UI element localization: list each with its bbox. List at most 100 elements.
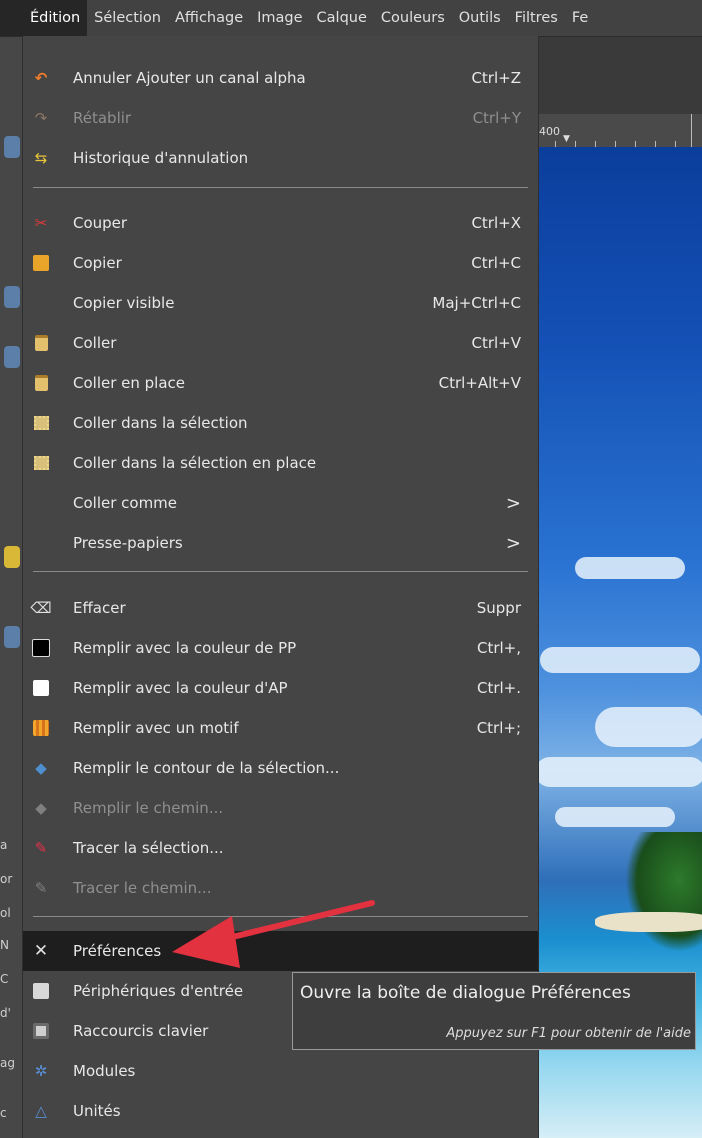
tool-icon[interactable] — [4, 546, 20, 568]
eraser-icon: ⌫ — [30, 599, 52, 617]
menu-item-copy-visible[interactable]: Copier visible Maj+Ctrl+C — [23, 283, 538, 323]
menu-item-label: Effacer — [73, 599, 126, 617]
menu-item-label: Coller — [73, 334, 117, 352]
menu-item-modules[interactable]: ✲ Modules — [23, 1051, 538, 1091]
ruler-label: 400 — [539, 125, 560, 138]
menu-item-shortcut: Ctrl+V — [471, 334, 521, 352]
preferences-tooltip: Ouvre la boîte de dialogue Préférences A… — [292, 972, 696, 1050]
menu-item-label: Copier visible — [73, 294, 175, 312]
menu-item-label: Coller dans la sélection — [73, 414, 248, 432]
chevron-right-icon: > — [505, 492, 521, 514]
menu-item-paste-in-place[interactable]: Coller en place Ctrl+Alt+V — [23, 363, 538, 403]
menu-item-stroke-selection[interactable]: ✎ Tracer la sélection... — [23, 828, 538, 868]
preferences-icon: ✕ — [33, 941, 49, 961]
menu-item-undo[interactable]: ↶ Annuler Ajouter un canal alpha Ctrl+Z — [23, 58, 538, 98]
menu-select[interactable]: Sélection — [87, 0, 168, 36]
menu-item-label: Remplir le chemin... — [73, 799, 224, 817]
menu-item-fill-pattern[interactable]: Remplir avec un motif Ctrl+; — [23, 708, 538, 748]
tooltip-title: Ouvre la boîte de dialogue Préférences — [300, 983, 631, 1003]
tool-icon[interactable] — [4, 286, 20, 308]
menu-item-label: Raccourcis clavier — [73, 1022, 209, 1040]
menu-item-label: Remplir avec un motif — [73, 719, 239, 737]
ruler-marker-icon: ▼ — [563, 134, 570, 144]
panel-label: ag — [0, 1056, 15, 1070]
menu-item-label: Remplir le contour de la sélection... — [73, 759, 340, 777]
menu-item-label: Périphériques d'entrée — [73, 982, 244, 1000]
menu-item-label: Annuler Ajouter un canal alpha — [73, 69, 306, 87]
menu-view[interactable]: Affichage — [168, 0, 250, 36]
menu-item-clipboard[interactable]: Presse-papiers > — [23, 523, 538, 563]
menu-item-copy[interactable]: Copier Ctrl+C — [23, 243, 538, 283]
panel-label: a — [0, 838, 8, 852]
panel-label: C — [0, 972, 9, 986]
menu-item-shortcut: Ctrl+Z — [471, 69, 521, 87]
tool-icon[interactable] — [4, 626, 20, 648]
menu-separator — [33, 187, 528, 188]
stroke-selection-icon: ✎ — [34, 839, 48, 857]
panel-label: c — [0, 1106, 7, 1120]
menu-item-fill-bg[interactable]: Remplir avec la couleur d'AP Ctrl+. — [23, 668, 538, 708]
menu-item-shortcut: Ctrl+C — [471, 254, 521, 272]
chevron-right-icon: > — [505, 532, 521, 554]
fill-selection-outline-icon: ◆ — [35, 759, 47, 777]
keyboard-shortcuts-icon — [32, 1022, 50, 1040]
menu-item-paste-into-selection-in-place[interactable]: Coller dans la sélection en place — [23, 443, 538, 483]
menu-separator — [33, 571, 528, 572]
redo-icon: ↷ — [34, 109, 48, 127]
menu-separator — [33, 916, 528, 917]
paste-into-selection-in-place-icon — [32, 454, 50, 472]
menu-item-units[interactable]: △ Unités — [23, 1091, 538, 1131]
undo-icon: ↶ — [34, 69, 48, 87]
menu-item-paste-into-selection[interactable]: Coller dans la sélection — [23, 403, 538, 443]
menu-item-shortcut: Ctrl+; — [476, 719, 521, 737]
menu-item-label: Remplir avec la couleur d'AP — [73, 679, 288, 697]
cut-icon: ✂ — [34, 214, 48, 232]
paste-icon — [32, 334, 50, 352]
menu-item-fill-selection-outline[interactable]: ◆ Remplir le contour de la sélection... — [23, 748, 538, 788]
menu-tools[interactable]: Outils — [452, 0, 508, 36]
menu-item-fill-path[interactable]: ◆ Remplir le chemin... — [23, 788, 538, 828]
undo-history-icon: ⇆ — [34, 149, 48, 167]
menu-item-label: Préférences — [73, 942, 162, 960]
menu-item-label: Unités — [73, 1102, 121, 1120]
menu-item-label: Coller comme — [73, 494, 178, 512]
menu-item-paste-as[interactable]: Coller comme > — [23, 483, 538, 523]
menu-item-fill-fg[interactable]: Remplir avec la couleur de PP Ctrl+, — [23, 628, 538, 668]
fg-color-icon — [32, 639, 50, 657]
menu-item-stroke-path[interactable]: ✎ Tracer le chemin... — [23, 868, 538, 908]
menu-item-shortcut: Maj+Ctrl+C — [432, 294, 521, 312]
menu-layer[interactable]: Calque — [310, 0, 374, 36]
menu-item-redo[interactable]: ↷ Rétablir Ctrl+Y — [23, 98, 538, 138]
toolbox-strip: a or ol N C d' ag c — [0, 36, 22, 1138]
pattern-icon — [32, 719, 50, 737]
menu-item-shortcut: Ctrl+, — [476, 639, 521, 657]
tool-icon[interactable] — [4, 346, 20, 368]
bg-color-icon — [32, 679, 50, 697]
menu-item-shortcut: Ctrl+X — [471, 214, 521, 232]
menu-item-preferences[interactable]: ✕ Préférences — [23, 931, 538, 971]
panel-label: d' — [0, 1006, 11, 1020]
units-icon: △ — [35, 1102, 47, 1120]
menu-item-shortcut: Ctrl+. — [476, 679, 521, 697]
menu-item-paste[interactable]: Coller Ctrl+V — [23, 323, 538, 363]
tool-icon[interactable] — [4, 136, 20, 158]
fill-path-icon: ◆ — [35, 799, 47, 817]
horizontal-ruler[interactable]: 400 ▼ — [535, 114, 702, 147]
menu-item-cut[interactable]: ✂ Couper Ctrl+X — [23, 203, 538, 243]
menu-item-undo-history[interactable]: ⇆ Historique d'annulation — [23, 138, 538, 178]
input-devices-icon — [32, 982, 50, 1000]
menu-windows[interactable]: Fe — [565, 0, 595, 36]
menu-item-label: Modules — [73, 1062, 136, 1080]
menu-item-label: Coller dans la sélection en place — [73, 454, 317, 472]
menu-filters[interactable]: Filtres — [508, 0, 565, 36]
menu-item-shortcut: Ctrl+Alt+V — [438, 374, 521, 392]
menu-item-clear[interactable]: ⌫ Effacer Suppr — [23, 588, 538, 628]
menu-item-label: Tracer la sélection... — [73, 839, 224, 857]
panel-label: N — [0, 938, 9, 952]
menu-item-label: Presse-papiers — [73, 534, 183, 552]
menu-colors[interactable]: Couleurs — [374, 0, 452, 36]
paste-in-place-icon — [32, 374, 50, 392]
menubar: Édition Sélection Affichage Image Calque… — [0, 0, 702, 37]
menu-edit[interactable]: Édition — [0, 0, 88, 36]
menu-image[interactable]: Image — [250, 0, 309, 36]
